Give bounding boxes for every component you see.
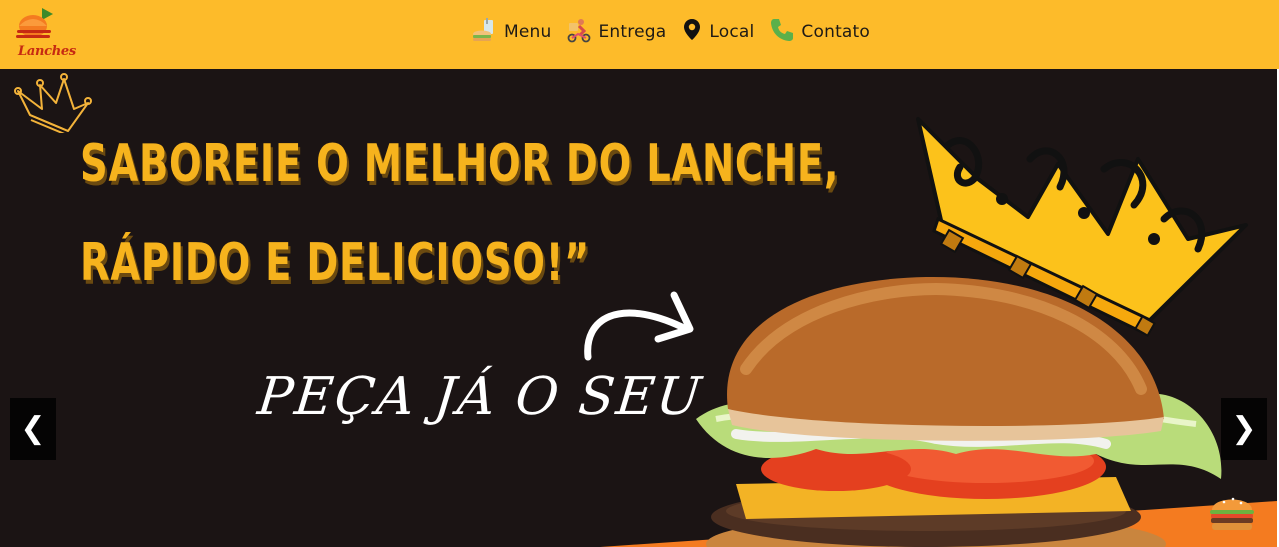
- hero-carousel: SABOREIE O MELHOR DO LANCHE, RÁPIDO E DE…: [0, 69, 1277, 547]
- logo[interactable]: Lanches: [8, 6, 76, 60]
- hero-cta-text: PEÇA JÁ O SEU: [254, 367, 706, 427]
- nav-item-label: Local: [709, 22, 755, 42]
- carousel-next-button[interactable]: ❯: [1221, 398, 1267, 460]
- delivery-icon: [566, 17, 592, 47]
- logo-text: Lanches: [18, 44, 76, 59]
- crown-illustration: [916, 117, 1248, 337]
- hero-headline-line2: RÁPIDO E DELICIOSO!”: [80, 233, 591, 293]
- burger-icon: [1210, 497, 1254, 530]
- nav-item-label: Contato: [801, 22, 871, 42]
- food-drink-icon: [472, 17, 498, 47]
- floating-burger-button[interactable]: [1206, 490, 1258, 534]
- nav-item-label: Entrega: [598, 22, 667, 42]
- nav-item-entrega[interactable]: Entrega: [566, 17, 666, 47]
- nav-item-menu[interactable]: Menu: [472, 17, 551, 47]
- page: Lanches Menu Entrega Local Contato SABOR…: [0, 0, 1279, 547]
- nav-item-label: Menu: [504, 22, 552, 42]
- nav-item-local[interactable]: Local: [681, 17, 754, 47]
- phone-icon: [769, 17, 795, 47]
- location-pin-icon: [681, 17, 703, 47]
- hero-headline-line1: SABOREIE O MELHOR DO LANCHE,: [80, 134, 840, 194]
- nav-item-contato[interactable]: Contato: [769, 17, 870, 47]
- site-header: Lanches Menu Entrega Local Contato: [0, 0, 1279, 69]
- crown-outline-icon: [14, 73, 92, 133]
- main-nav: Menu Entrega Local Contato: [472, 17, 885, 47]
- carousel-prev-button[interactable]: ❮: [10, 398, 56, 460]
